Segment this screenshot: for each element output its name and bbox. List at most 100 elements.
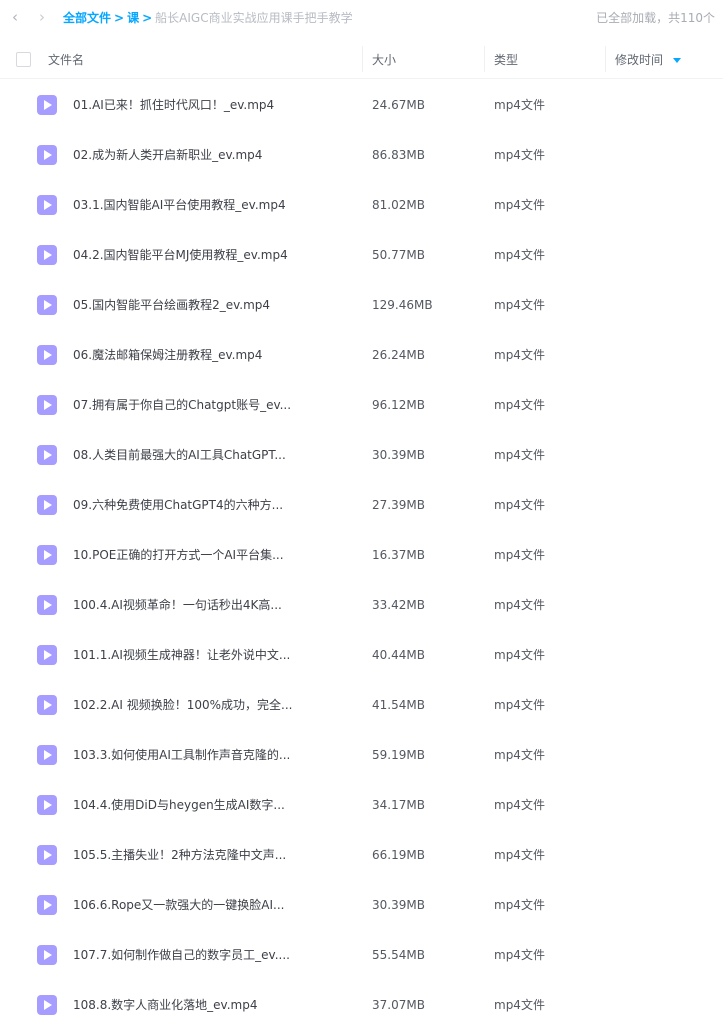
file-size: 27.39MB	[372, 498, 425, 512]
file-name[interactable]: 105.5.主播失业！2种方法克隆中文声...	[73, 847, 293, 863]
file-row[interactable]: 102.2.AI 视频换脸！100%成功，完全... 41.54MB mp4文件	[0, 680, 723, 730]
file-type: mp4文件	[494, 848, 545, 862]
file-name[interactable]: 03.1.国内智能AI平台使用教程_ev.mp4	[73, 197, 293, 213]
breadcrumb-separator: >	[142, 11, 153, 25]
file-row[interactable]: 04.2.国内智能平台MJ使用教程_ev.mp4 50.77MB mp4文件	[0, 230, 723, 280]
play-icon	[44, 400, 52, 410]
column-header-name[interactable]: 文件名	[48, 52, 84, 68]
file-row[interactable]: 104.4.使用DiD与heygen生成AI数字... 34.17MB mp4文件	[0, 780, 723, 830]
file-size: 40.44MB	[372, 648, 425, 662]
file-row[interactable]: 106.6.Rope又一款强大的一键换脸AI... 30.39MB mp4文件	[0, 880, 723, 930]
column-divider[interactable]	[605, 46, 606, 72]
file-size: 96.12MB	[372, 398, 425, 412]
video-file-icon	[37, 345, 57, 365]
file-size: 66.19MB	[372, 848, 425, 862]
video-file-icon	[37, 245, 57, 265]
file-row[interactable]: 107.7.如何制作做自己的数字员工_ev.... 55.54MB mp4文件	[0, 930, 723, 980]
file-type: mp4文件	[494, 248, 545, 262]
file-name[interactable]: 107.7.如何制作做自己的数字员工_ev....	[73, 947, 293, 963]
video-file-icon	[37, 195, 57, 215]
play-icon	[44, 900, 52, 910]
file-type: mp4文件	[494, 98, 545, 112]
file-type: mp4文件	[494, 348, 545, 362]
file-size: 37.07MB	[372, 998, 425, 1012]
file-name[interactable]: 06.魔法邮箱保姆注册教程_ev.mp4	[73, 347, 293, 363]
breadcrumb: 全部文件 > 课 > 船长AIGC商业实战应用课手把手教学	[63, 10, 353, 26]
play-icon	[44, 150, 52, 160]
file-type: mp4文件	[494, 898, 545, 912]
play-icon	[44, 500, 52, 510]
file-name[interactable]: 108.8.数字人商业化落地_ev.mp4	[73, 997, 293, 1013]
play-icon	[44, 1000, 52, 1010]
file-name[interactable]: 09.六种免费使用ChatGPT4的六种方...	[73, 497, 293, 513]
file-type: mp4文件	[494, 598, 545, 612]
file-type: mp4文件	[494, 698, 545, 712]
loaded-count: 已全部加载，共110个	[596, 11, 715, 25]
file-name[interactable]: 100.4.AI视频革命！一句话秒出4K高...	[73, 597, 293, 613]
video-file-icon	[37, 745, 57, 765]
video-file-icon	[37, 895, 57, 915]
file-name[interactable]: 07.拥有属于你自己的Chatgpt账号_ev...	[73, 397, 293, 413]
file-row[interactable]: 105.5.主播失业！2种方法克隆中文声... 66.19MB mp4文件	[0, 830, 723, 880]
file-type: mp4文件	[494, 798, 545, 812]
file-size: 55.54MB	[372, 948, 425, 962]
file-name[interactable]: 01.AI已来！抓住时代风口！_ev.mp4	[73, 97, 293, 113]
file-type: mp4文件	[494, 648, 545, 662]
play-icon	[44, 450, 52, 460]
file-size: 129.46MB	[372, 298, 433, 312]
play-icon	[44, 200, 52, 210]
file-type: mp4文件	[494, 548, 545, 562]
breadcrumb-folder[interactable]: 课	[127, 11, 139, 25]
file-row[interactable]: 09.六种免费使用ChatGPT4的六种方... 27.39MB mp4文件	[0, 480, 723, 530]
list-header: 文件名 大小 类型 修改时间	[0, 40, 723, 79]
file-name[interactable]: 106.6.Rope又一款强大的一键换脸AI...	[73, 897, 293, 913]
column-divider[interactable]	[484, 46, 485, 72]
file-row[interactable]: 01.AI已来！抓住时代风口！_ev.mp4 24.67MB mp4文件	[0, 80, 723, 130]
column-divider[interactable]	[362, 46, 363, 72]
file-size: 30.39MB	[372, 898, 425, 912]
file-size: 24.67MB	[372, 98, 425, 112]
column-header-size[interactable]: 大小	[372, 52, 396, 68]
file-name[interactable]: 103.3.如何使用AI工具制作声音克隆的...	[73, 747, 293, 763]
chevron-right-icon[interactable]: ›	[34, 8, 50, 26]
file-row[interactable]: 06.魔法邮箱保姆注册教程_ev.mp4 26.24MB mp4文件	[0, 330, 723, 380]
file-row[interactable]: 100.4.AI视频革命！一句话秒出4K高... 33.42MB mp4文件	[0, 580, 723, 630]
file-name[interactable]: 102.2.AI 视频换脸！100%成功，完全...	[73, 697, 293, 713]
play-icon	[44, 750, 52, 760]
file-row[interactable]: 103.3.如何使用AI工具制作声音克隆的... 59.19MB mp4文件	[0, 730, 723, 780]
video-file-icon	[37, 395, 57, 415]
file-size: 34.17MB	[372, 798, 425, 812]
file-row[interactable]: 05.国内智能平台绘画教程2_ev.mp4 129.46MB mp4文件	[0, 280, 723, 330]
file-type: mp4文件	[494, 498, 545, 512]
file-row[interactable]: 101.1.AI视频生成神器！让老外说中文... 40.44MB mp4文件	[0, 630, 723, 680]
video-file-icon	[37, 945, 57, 965]
file-name[interactable]: 05.国内智能平台绘画教程2_ev.mp4	[73, 297, 293, 313]
breadcrumb-root[interactable]: 全部文件	[63, 11, 111, 25]
file-row[interactable]: 02.成为新人类开启新职业_ev.mp4 86.83MB mp4文件	[0, 130, 723, 180]
chevron-left-icon[interactable]: ‹	[7, 8, 23, 26]
sort-down-icon[interactable]	[673, 58, 681, 63]
video-file-icon	[37, 995, 57, 1015]
file-row[interactable]: 08.人类目前最强大的AI工具ChatGPT... 30.39MB mp4文件	[0, 430, 723, 480]
video-file-icon	[37, 645, 57, 665]
file-name[interactable]: 04.2.国内智能平台MJ使用教程_ev.mp4	[73, 247, 293, 263]
file-name[interactable]: 08.人类目前最强大的AI工具ChatGPT...	[73, 447, 293, 463]
select-all-checkbox[interactable]	[16, 52, 31, 67]
file-name[interactable]: 101.1.AI视频生成神器！让老外说中文...	[73, 647, 293, 663]
file-type: mp4文件	[494, 148, 545, 162]
file-size: 50.77MB	[372, 248, 425, 262]
file-row[interactable]: 108.8.数字人商业化落地_ev.mp4 37.07MB mp4文件	[0, 980, 723, 1030]
file-type: mp4文件	[494, 748, 545, 762]
file-row[interactable]: 10.POE正确的打开方式一个AI平台集... 16.37MB mp4文件	[0, 530, 723, 580]
column-header-type[interactable]: 类型	[494, 52, 518, 68]
file-type: mp4文件	[494, 998, 545, 1012]
video-file-icon	[37, 445, 57, 465]
file-name[interactable]: 10.POE正确的打开方式一个AI平台集...	[73, 547, 293, 563]
file-row[interactable]: 03.1.国内智能AI平台使用教程_ev.mp4 81.02MB mp4文件	[0, 180, 723, 230]
breadcrumb-separator: >	[114, 11, 125, 25]
file-name[interactable]: 104.4.使用DiD与heygen生成AI数字...	[73, 797, 293, 813]
file-row[interactable]: 07.拥有属于你自己的Chatgpt账号_ev... 96.12MB mp4文件	[0, 380, 723, 430]
column-header-modified[interactable]: 修改时间	[615, 52, 663, 68]
file-type: mp4文件	[494, 298, 545, 312]
file-name[interactable]: 02.成为新人类开启新职业_ev.mp4	[73, 147, 293, 163]
